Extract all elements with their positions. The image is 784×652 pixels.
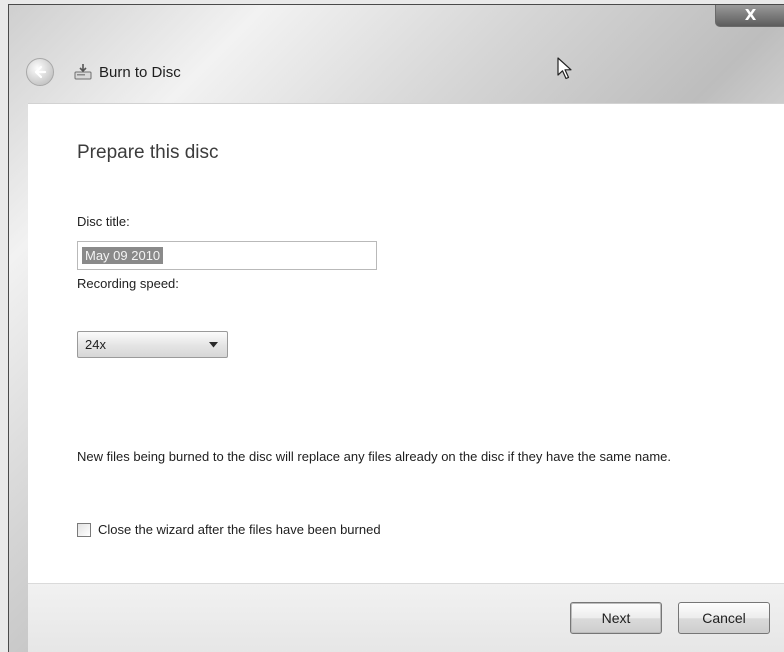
window-title: Burn to Disc bbox=[99, 64, 181, 81]
disc-title-value: May 09 2010 bbox=[82, 247, 164, 264]
title-bar: X Burn to Disc bbox=[9, 5, 784, 103]
wizard-footer: Next Cancel bbox=[28, 583, 784, 652]
back-button[interactable] bbox=[26, 58, 54, 86]
recording-speed-value: 24x bbox=[85, 337, 106, 352]
next-button[interactable]: Next bbox=[570, 602, 662, 634]
mouse-pointer-icon bbox=[557, 57, 572, 80]
cancel-button[interactable]: Cancel bbox=[678, 602, 770, 634]
disc-title-input[interactable]: May 09 2010 bbox=[77, 241, 377, 270]
close-wizard-label[interactable]: Close the wizard after the files have be… bbox=[98, 522, 381, 537]
wizard-content: Prepare this disc Disc title: May 09 201… bbox=[28, 103, 784, 584]
close-wizard-checkbox[interactable] bbox=[77, 523, 91, 537]
recording-speed-label: Recording speed: bbox=[77, 276, 179, 291]
close-button[interactable]: X bbox=[715, 5, 784, 27]
back-arrow-icon bbox=[34, 65, 47, 79]
burn-to-disc-window: X Burn to Disc Prepare this disc Disc ti… bbox=[8, 4, 784, 652]
page-title: Prepare this disc bbox=[77, 142, 219, 163]
disc-title-label: Disc title: bbox=[77, 214, 130, 229]
chevron-down-icon bbox=[209, 342, 218, 348]
burn-disc-icon bbox=[74, 64, 92, 80]
overwrite-notice: New files being burned to the disc will … bbox=[77, 449, 671, 464]
recording-speed-select[interactable]: 24x bbox=[77, 331, 228, 358]
